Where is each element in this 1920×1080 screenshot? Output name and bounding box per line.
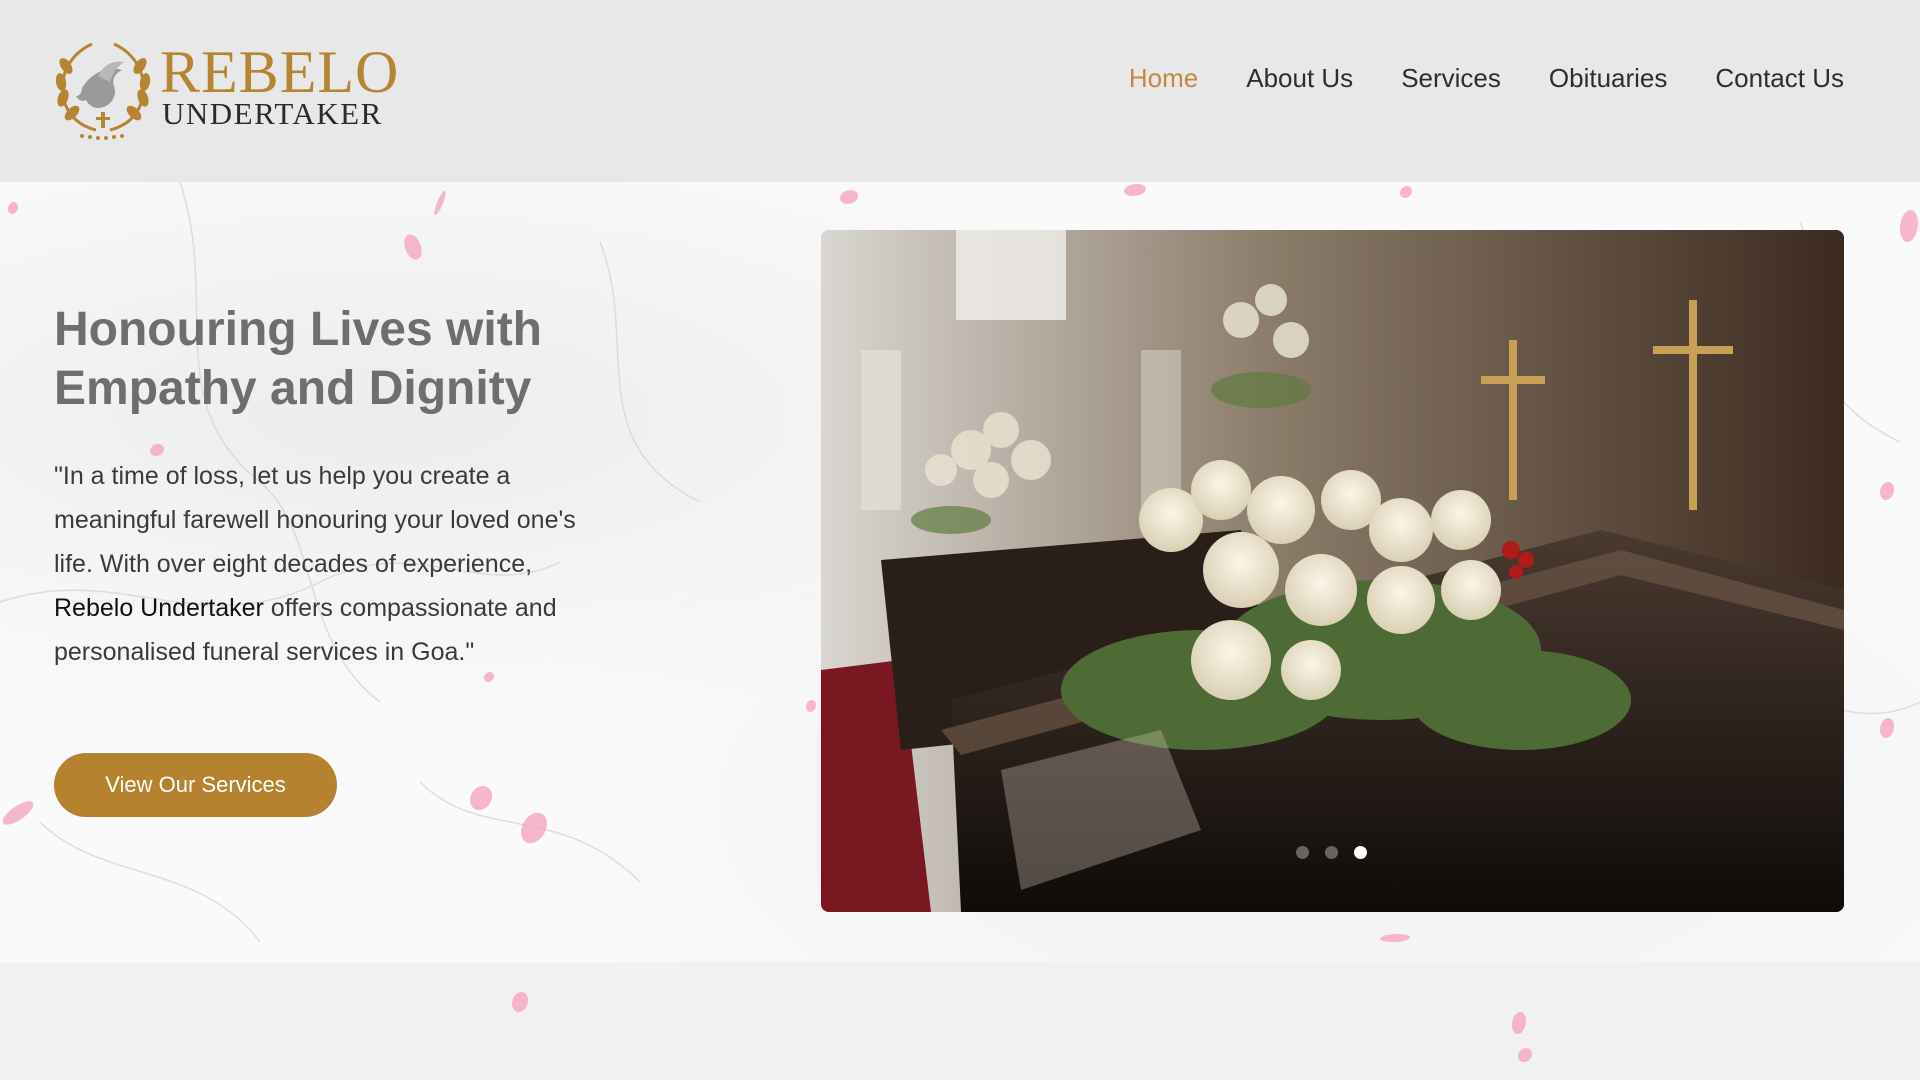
slider-dot-2[interactable] xyxy=(1325,846,1338,859)
main-nav: Home About Us Services Obituaries Contac… xyxy=(1129,56,1844,100)
quote-text-start: "In a time of loss, let us help you crea… xyxy=(54,462,576,578)
hero-heading: Honouring Lives with Empathy and Dignity xyxy=(54,303,542,415)
quote-brand: Rebelo Undertaker xyxy=(54,594,264,622)
petal-decoration xyxy=(1512,1012,1526,1034)
hero-quote: "In a time of loss, let us help you crea… xyxy=(54,454,614,674)
slider-dot-1[interactable] xyxy=(1296,846,1309,859)
dove-laurel-emblem-icon xyxy=(55,42,151,140)
view-services-button[interactable]: View Our Services xyxy=(54,753,337,817)
nav-services[interactable]: Services xyxy=(1401,56,1501,100)
brand-subtitle: UNDERTAKER xyxy=(162,96,383,131)
nav-obituaries[interactable]: Obituaries xyxy=(1549,56,1668,100)
hero-section: Honouring Lives with Empathy and Dignity… xyxy=(0,182,1920,962)
petal-decoration xyxy=(1518,1048,1532,1062)
nav-home[interactable]: Home xyxy=(1129,56,1198,100)
funeral-flowers-image xyxy=(821,230,1844,912)
slider-dot-3[interactable] xyxy=(1354,846,1367,859)
petal-decoration xyxy=(512,992,528,1012)
hero-image-slider[interactable] xyxy=(821,230,1844,912)
site-header: REBELO UNDERTAKER Home About Us Services… xyxy=(0,0,1920,182)
brand-title: REBELO xyxy=(160,39,400,105)
nav-about-us[interactable]: About Us xyxy=(1246,56,1353,100)
brand-logo[interactable]: REBELO UNDERTAKER xyxy=(52,36,398,140)
slider-dots xyxy=(1296,846,1367,859)
nav-contact-us[interactable]: Contact Us xyxy=(1715,56,1844,100)
lower-section xyxy=(0,962,1920,1080)
